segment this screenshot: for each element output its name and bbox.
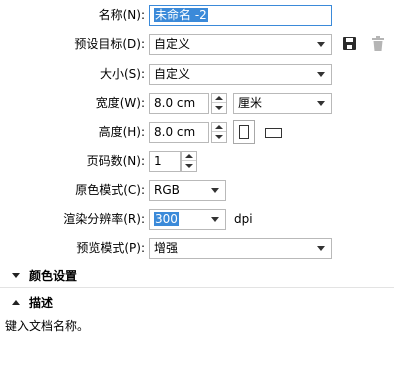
landscape-orientation-icon[interactable] [265, 128, 282, 138]
resolution-value: 300 [154, 212, 179, 226]
stepper-down-icon[interactable] [212, 104, 226, 113]
pages-label: 页码数(N): [86, 154, 145, 168]
preset-value: 自定义 [154, 37, 191, 51]
chevron-down-icon [317, 42, 325, 47]
height-stepper[interactable] [211, 122, 227, 143]
description-section-header[interactable]: 描述 [0, 293, 394, 313]
size-label: 大小(S): [99, 67, 145, 81]
stepper-up-icon[interactable] [182, 152, 196, 161]
pages-stepper[interactable] [181, 151, 197, 172]
color-mode-value: RGB [154, 183, 180, 197]
stepper-up-icon[interactable] [212, 123, 226, 132]
preset-label: 预设目标(D): [74, 37, 145, 51]
color-settings-section-header[interactable]: 颜色设置 [0, 266, 394, 286]
portrait-orientation-button[interactable] [233, 120, 255, 144]
color-settings-title: 颜色设置 [29, 269, 78, 283]
collapse-arrow-icon [12, 300, 20, 305]
preset-dropdown[interactable]: 自定义 [149, 34, 332, 55]
portrait-orientation-icon [239, 125, 249, 139]
description-title: 描述 [29, 296, 54, 310]
resolution-unit: dpi [234, 212, 253, 226]
name-label: 名称(N): [98, 8, 145, 22]
width-stepper[interactable] [211, 93, 227, 114]
description-text: 键入文档名称。 [5, 319, 90, 333]
chevron-down-icon [317, 101, 325, 106]
height-input[interactable]: 8.0 cm [149, 122, 209, 143]
resolution-dropdown[interactable]: 300 [149, 209, 226, 230]
pages-input[interactable]: 1 [149, 151, 181, 172]
height-label: 高度(H): [98, 125, 145, 139]
width-label: 宽度(W): [95, 96, 145, 110]
divider [0, 287, 394, 288]
expand-arrow-icon [12, 273, 20, 278]
unit-dropdown[interactable]: 厘米 [233, 93, 332, 114]
stepper-up-icon[interactable] [212, 94, 226, 103]
name-input-value: 未命名 -2 [154, 8, 208, 22]
trash-icon[interactable] [371, 36, 385, 52]
width-value: 8.0 cm [154, 96, 196, 110]
name-input[interactable]: 未命名 -2 [149, 5, 332, 26]
unit-value: 厘米 [238, 96, 263, 110]
chevron-down-icon [317, 246, 325, 251]
chevron-down-icon [317, 72, 325, 77]
color-mode-dropdown[interactable]: RGB [149, 180, 226, 201]
save-icon[interactable] [342, 36, 357, 51]
height-value: 8.0 cm [154, 125, 196, 139]
width-input[interactable]: 8.0 cm [149, 93, 209, 114]
stepper-down-icon[interactable] [212, 133, 226, 142]
new-document-dialog: 名称(N): 未命名 -2 预设目标(D): 自定义 大小(S): 自定义 宽度… [0, 0, 394, 369]
stepper-down-icon[interactable] [182, 162, 196, 171]
preview-label: 预览模式(P): [76, 241, 145, 255]
resolution-label: 渲染分辨率(R): [63, 212, 145, 226]
chevron-down-icon [211, 217, 219, 222]
size-value: 自定义 [154, 67, 191, 81]
pages-value: 1 [154, 154, 162, 168]
size-dropdown[interactable]: 自定义 [149, 64, 332, 85]
preview-value: 增强 [154, 241, 179, 255]
chevron-down-icon [211, 188, 219, 193]
color-mode-label: 原色模式(C): [75, 183, 145, 197]
preview-dropdown[interactable]: 增强 [149, 238, 332, 259]
